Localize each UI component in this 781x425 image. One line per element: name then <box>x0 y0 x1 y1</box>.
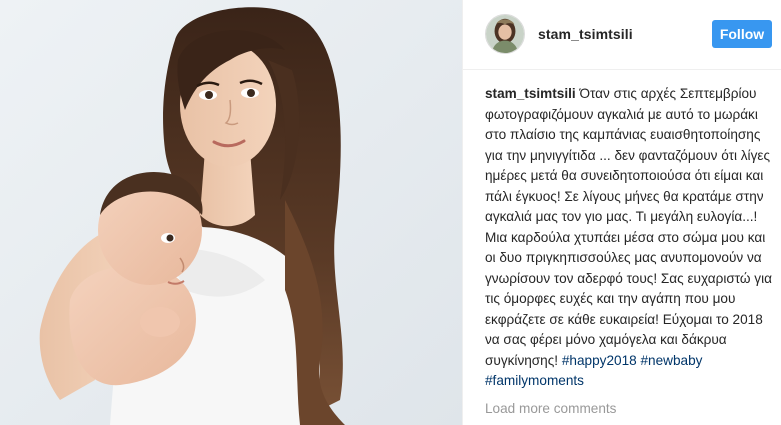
hashtag-familymoments[interactable]: #familymoments <box>485 373 584 388</box>
woman-holding-baby-image <box>0 0 462 425</box>
load-more-comments-link[interactable]: Load more comments <box>485 401 616 416</box>
hashtag-newbaby[interactable]: #newbaby <box>640 353 702 368</box>
avatar[interactable] <box>485 14 525 54</box>
caption-text: Όταν στις αρχές Σεπτεμβρίου φωτογραφιζόμ… <box>485 86 772 368</box>
post-header: stam_tsimtsili Follow <box>463 0 781 70</box>
caption-username[interactable]: stam_tsimtsili <box>485 86 576 101</box>
hashtag-happy2018[interactable]: #happy2018 <box>562 353 637 368</box>
header-username[interactable]: stam_tsimtsili <box>538 26 633 42</box>
profile-avatar-icon <box>486 15 524 53</box>
post-photo[interactable] <box>0 0 462 425</box>
post-side-panel: stam_tsimtsili Follow stam_tsimtsili Ότα… <box>462 0 781 425</box>
follow-button[interactable]: Follow <box>712 20 772 48</box>
caption: stam_tsimtsili Όταν στις αρχές Σεπτεμβρί… <box>485 84 775 392</box>
